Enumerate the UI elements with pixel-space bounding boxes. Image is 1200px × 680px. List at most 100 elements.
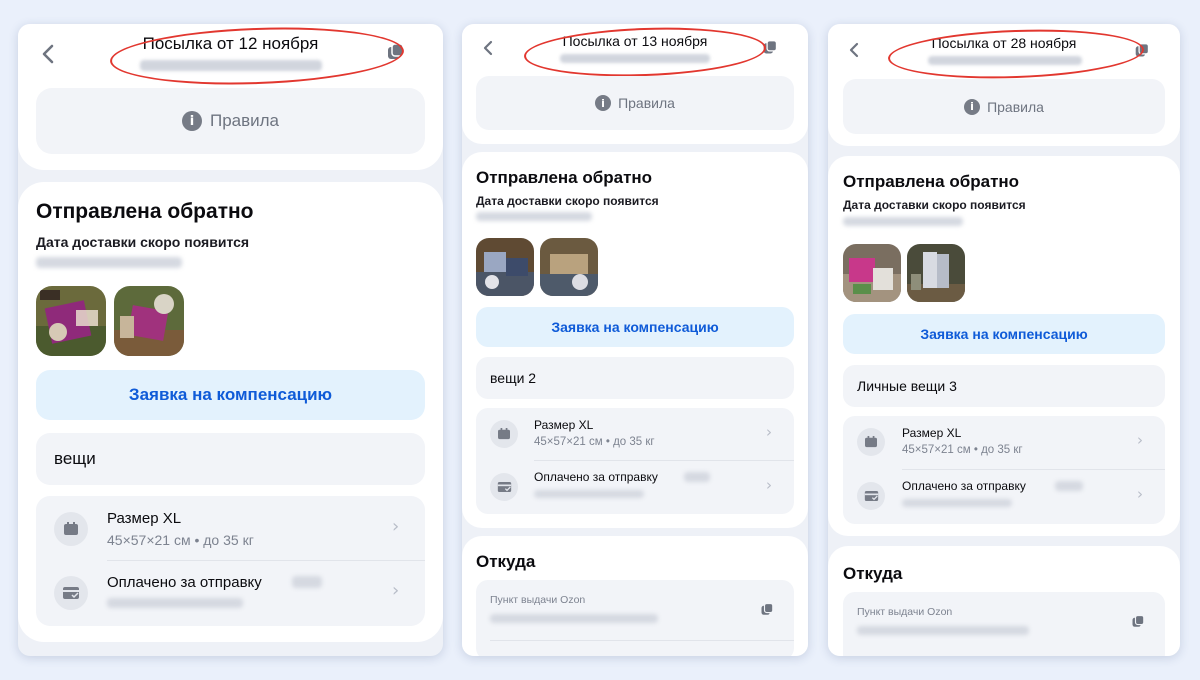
parcel-photo-image [36, 286, 106, 356]
payment-row[interactable]: Оплачено за отправку › [843, 469, 1165, 524]
compensation-request-button[interactable]: Заявка на компенсацию [36, 370, 425, 420]
copy-button[interactable] [1134, 42, 1151, 64]
blurred-card-info [107, 598, 243, 608]
card-icon [857, 482, 885, 510]
phone-screen-parcel-28-nov: Посылка от 28 ноября i Правила Отправлен… [828, 24, 1180, 656]
parcel-photo[interactable] [540, 238, 598, 296]
payment-title: Оплачено за отправку [107, 574, 262, 591]
parcel-details-group: Размер XL 45×57×21 см • до 35 кг › Оплач… [36, 496, 425, 626]
blurred-address [36, 257, 182, 268]
blurred-pickup-address [490, 614, 658, 623]
status-card: Отправлена обратно Дата доставки скоро п… [18, 182, 443, 642]
blurred-card-info [534, 490, 644, 498]
compensation-request-button[interactable]: Заявка на компенсацию [843, 314, 1165, 354]
info-icon: i [181, 111, 202, 131]
payment-row[interactable]: Оплачено за отправку › [476, 460, 794, 514]
blurred-card-info [902, 499, 1012, 507]
rules-button[interactable]: i Правила [476, 76, 794, 130]
size-detail: 45×57×21 см • до 35 кг [107, 532, 254, 548]
page-title: Посылка от 13 ноября [562, 33, 708, 49]
size-title: Размер XL [107, 510, 182, 527]
box-icon [857, 428, 885, 456]
rules-label: Правила [987, 98, 1044, 115]
status-heading: Отправлена обратно [476, 168, 653, 187]
compensation-request-button[interactable]: Заявка на компенсацию [476, 307, 794, 347]
payment-row[interactable]: Оплачено за отправку › [36, 560, 425, 626]
page-title: Посылка от 12 ноября [142, 34, 319, 53]
status-heading: Отправлена обратно [843, 172, 1020, 191]
parcel-photo[interactable] [476, 238, 534, 296]
parcel-photo-image [907, 244, 965, 302]
size-detail: 45×57×21 см • до 35 кг [534, 436, 655, 448]
status-card: Отправлена обратно Дата доставки скоро п… [828, 156, 1180, 536]
pickup-point-card[interactable]: Пункт выдачи Ozon [476, 580, 794, 656]
copy-button[interactable] [386, 42, 406, 67]
phone-screen-parcel-12-nov: Посылка от 12 ноября i Правила Отправлен… [18, 24, 443, 656]
origin-card: Откуда Пункт выдачи Ozon [828, 546, 1180, 656]
parcel-photo[interactable] [843, 244, 901, 302]
tracking-number [928, 56, 1082, 65]
chevron-right-icon: › [766, 476, 772, 494]
parcel-photo-image [476, 238, 534, 296]
parcel-photo-image [843, 244, 901, 302]
chevron-right-icon: › [1137, 431, 1143, 449]
status-card: Отправлена обратно Дата доставки скоро п… [462, 152, 808, 528]
size-title: Размер XL [534, 418, 594, 432]
page-title: Посылка от 28 ноября [931, 35, 1077, 51]
blurred-address [843, 217, 963, 226]
compensation-label: Заявка на компенсацию [128, 385, 333, 404]
tracking-number [140, 60, 322, 71]
chevron-right-icon: › [766, 423, 772, 441]
delivery-note: Дата доставки скоро появится [476, 194, 659, 208]
copy-icon [761, 602, 774, 615]
delivery-note: Дата доставки скоро появится [36, 234, 250, 250]
box-icon [54, 512, 88, 546]
items-label: вещи [54, 449, 96, 468]
blurred-amount [1055, 481, 1083, 491]
payment-title: Оплачено за отправку [902, 479, 1026, 493]
blurred-address [476, 212, 592, 221]
parcel-photo[interactable] [36, 286, 106, 356]
blurred-amount [684, 472, 710, 482]
copy-icon [763, 40, 778, 54]
compensation-label: Заявка на компенсацию [920, 326, 1088, 342]
items-row[interactable]: вещи 2 [476, 357, 794, 399]
parcel-photo-image [540, 238, 598, 296]
row-divider [490, 640, 794, 641]
parcel-photo[interactable] [114, 286, 184, 356]
payment-title: Оплачено за отправку [534, 470, 658, 484]
copy-button[interactable] [760, 602, 775, 622]
parcel-photo[interactable] [907, 244, 965, 302]
items-row[interactable]: вещи [36, 433, 425, 485]
header-card: Посылка от 28 ноября i Правила [828, 24, 1180, 146]
rules-label: Правила [618, 95, 675, 111]
size-row[interactable]: Размер XL 45×57×21 см • до 35 кг › [843, 416, 1165, 469]
size-detail: 45×57×21 см • до 35 кг [902, 444, 1023, 456]
items-label: вещи 2 [490, 370, 537, 386]
rules-button[interactable]: i Правила [843, 79, 1165, 134]
chevron-right-icon: › [1137, 485, 1143, 503]
box-icon [490, 420, 518, 448]
card-icon [490, 473, 518, 501]
info-icon: i [595, 95, 612, 111]
delivery-note: Дата доставки скоро появится [843, 198, 1026, 212]
items-row[interactable]: Личные вещи 3 [843, 365, 1165, 407]
parcel-photo-image [114, 286, 184, 356]
origin-heading: Откуда [843, 564, 903, 583]
blurred-pickup-address [857, 626, 1029, 635]
pickup-point-label: Пункт выдачи Ozon [857, 606, 953, 618]
size-row[interactable]: Размер XL 45×57×21 см • до 35 кг › [36, 496, 425, 560]
copy-icon [1132, 614, 1145, 627]
origin-heading: Откуда [476, 552, 536, 571]
pickup-point-card[interactable]: Пункт выдачи Ozon [843, 592, 1165, 656]
tracking-number [560, 54, 710, 63]
parcel-details-group: Размер XL 45×57×21 см • до 35 кг › Оплач… [476, 408, 794, 514]
copy-icon [388, 43, 404, 59]
size-title: Размер XL [902, 426, 962, 440]
copy-button[interactable] [762, 39, 779, 61]
copy-button[interactable] [1131, 614, 1146, 634]
header-card: Посылка от 12 ноября i Правила [18, 24, 443, 170]
chevron-right-icon: › [392, 580, 400, 601]
rules-button[interactable]: i Правила [36, 88, 425, 154]
size-row[interactable]: Размер XL 45×57×21 см • до 35 кг › [476, 408, 794, 460]
